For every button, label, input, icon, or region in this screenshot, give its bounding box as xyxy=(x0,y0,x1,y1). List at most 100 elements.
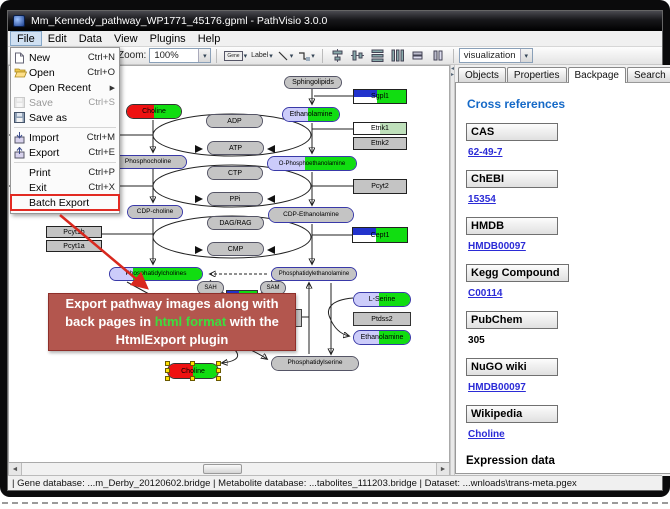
menu-item-label: Exit xyxy=(29,182,82,194)
pathway-node-dag-rag[interactable]: DAG/RAG xyxy=(207,216,264,230)
pathway-node-ctp[interactable]: CTP xyxy=(207,166,263,180)
file-menu-item-exit[interactable]: ExitCtrl+X xyxy=(11,180,119,195)
label-tool[interactable]: Label ▾ xyxy=(250,48,274,64)
pathway-node-phosphatidylethanolamine[interactable]: Phosphatidylethanolamine xyxy=(271,267,357,281)
pathway-node-phosphatidylserine[interactable]: Phosphatidylserine xyxy=(271,356,359,371)
line-tool[interactable]: ▾ xyxy=(276,48,295,64)
menubar-item-file[interactable]: File xyxy=(10,31,42,46)
menubar-item-data[interactable]: Data xyxy=(73,31,108,46)
pathway-node-sgpl1[interactable]: Sgpl1 xyxy=(353,89,407,104)
selection-handle[interactable] xyxy=(165,376,170,381)
pathway-node-sphingolipids[interactable]: Sphingolipids xyxy=(284,76,342,89)
pathway-node-cdp-choline[interactable]: CDP-choline xyxy=(127,205,183,219)
pathway-node-l-serine[interactable]: L-Serine xyxy=(353,292,411,307)
menu-item-label: Open Recent xyxy=(29,82,101,94)
node-label: CTP xyxy=(228,170,242,177)
chevron-down-icon[interactable]: ▾ xyxy=(244,52,248,60)
distribute-rows-button[interactable] xyxy=(369,48,387,64)
selection-handle[interactable] xyxy=(165,368,170,373)
pathway-node-ppi[interactable]: PPi xyxy=(207,192,263,206)
chevron-down-icon[interactable]: ▾ xyxy=(198,49,210,62)
scrollbar-thumb[interactable] xyxy=(203,464,243,474)
selection-handle[interactable] xyxy=(216,376,221,381)
chevron-down-icon[interactable]: ▾ xyxy=(290,52,294,60)
callout-text: Export pathway images along with back pa… xyxy=(55,295,289,349)
pathway-node-phosphatidylcholines[interactable]: Phosphatidylcholines xyxy=(109,267,203,281)
file-menu-item-new[interactable]: NewCtrl+N xyxy=(11,50,119,65)
tab-properties[interactable]: Properties xyxy=(507,67,567,82)
file-menu-item-open[interactable]: OpenCtrl+O xyxy=(11,65,119,80)
right-panel-tabs: ObjectsPropertiesBackpageSearchLegend xyxy=(455,65,670,82)
xref-value-kegg-compound[interactable]: C00114 xyxy=(468,288,670,299)
menubar-item-plugins[interactable]: Plugins xyxy=(144,31,192,46)
pathway-node-atp[interactable]: ATP xyxy=(207,141,264,155)
scroll-right-icon[interactable]: ► xyxy=(436,463,449,475)
pathway-node-phosphocholine[interactable]: Phosphocholine xyxy=(109,155,187,169)
xref-value-nugo-wiki[interactable]: HMDB00097 xyxy=(468,382,670,393)
pathway-node-cmp[interactable]: CMP xyxy=(207,242,264,256)
gene-datanode-tool[interactable]: Gene ▾ xyxy=(223,48,248,64)
selection-handle[interactable] xyxy=(216,361,221,366)
xref-value-wikipedia[interactable]: Choline xyxy=(468,429,670,440)
file-menu-item-save-as[interactable]: Save as xyxy=(11,110,119,125)
chevron-down-icon[interactable]: ▾ xyxy=(311,52,315,60)
menubar-item-help[interactable]: Help xyxy=(192,31,227,46)
tab-search[interactable]: Search xyxy=(627,67,670,82)
node-label: Phosphatidylcholines xyxy=(125,271,186,278)
file-menu-item-open-recent[interactable]: Open Recent▶ xyxy=(11,80,119,95)
pathway-node-adp[interactable]: ADP xyxy=(206,114,263,128)
connector-tool[interactable]: ▾ xyxy=(296,48,316,64)
toolbar-separator xyxy=(322,49,323,63)
pathway-node-pcyt2[interactable]: Pcyt2 xyxy=(353,179,407,194)
distribute-columns-button[interactable] xyxy=(389,48,407,64)
menu-item-shortcut: Ctrl+N xyxy=(88,52,115,63)
pathway-node-ethanolamine-top[interactable]: Ethanolamine xyxy=(282,107,340,122)
selection-handle[interactable] xyxy=(190,376,195,381)
titlebar[interactable]: Mm_Kennedy_pathway_WP1771_45176.gpml - P… xyxy=(8,11,662,31)
common-height-button[interactable] xyxy=(429,48,447,64)
zoom-combobox[interactable]: 100% ▾ xyxy=(149,48,211,63)
annotation-callout: Export pathway images along with back pa… xyxy=(48,293,296,351)
node-label: Ptdss2 xyxy=(371,316,392,323)
menubar-item-edit[interactable]: Edit xyxy=(42,31,73,46)
file-menu-item-print[interactable]: PrintCtrl+P xyxy=(11,165,119,180)
align-center-vertical-button[interactable] xyxy=(349,48,367,64)
menubar-item-view[interactable]: View xyxy=(108,31,144,46)
pathway-node-ethanolamine-bottom[interactable]: Ethanolamine xyxy=(353,330,411,345)
visualization-combobox[interactable]: visualization ▾ xyxy=(459,48,533,63)
file-menu-item-export[interactable]: ExportCtrl+E xyxy=(11,145,119,160)
pathway-node-cept1[interactable]: Cept1 xyxy=(352,227,408,243)
pathway-node-choline-top[interactable]: Choline xyxy=(126,104,182,119)
chevron-down-icon[interactable]: ▾ xyxy=(520,49,532,62)
selection-handle[interactable] xyxy=(190,361,195,366)
common-width-button[interactable] xyxy=(409,48,427,64)
file-menu-item-batch-export[interactable]: Batch Export xyxy=(11,195,119,210)
xref-value-chebi[interactable]: 15354 xyxy=(468,194,670,205)
selection-handle[interactable] xyxy=(165,361,170,366)
selection-handle[interactable] xyxy=(216,368,221,373)
chevron-down-icon[interactable]: ▾ xyxy=(269,52,273,60)
pathway-node-pcyt1b[interactable]: Pcyt1b xyxy=(46,226,102,238)
xref-value-cas[interactable]: 62-49-7 xyxy=(468,147,670,158)
tab-objects[interactable]: Objects xyxy=(458,67,506,82)
pathway-node-etnk1[interactable]: Etnk1 xyxy=(353,122,407,135)
pathway-node-ptdss2[interactable]: Ptdss2 xyxy=(353,312,411,326)
statusbar: | Gene database: ...m_Derby_20120602.bri… xyxy=(8,475,662,490)
pathway-node-cdp-ethanolamine[interactable]: CDP-Ethanolamine xyxy=(268,207,354,223)
file-menu-item-import[interactable]: ImportCtrl+M xyxy=(11,130,119,145)
pathway-node-choline-selected[interactable]: Choline xyxy=(167,363,219,379)
scroll-left-icon[interactable]: ◄ xyxy=(9,463,22,475)
node-label: Cept1 xyxy=(371,232,390,239)
node-label: Choline xyxy=(142,108,166,115)
align-center-horizontal-button[interactable] xyxy=(329,48,347,64)
pathway-node-o-phosphoethanolamine[interactable]: O-Phosphoethanolamine xyxy=(267,156,357,171)
tab-backpage[interactable]: Backpage xyxy=(568,67,626,83)
collapse-right-icon[interactable]: ▸ xyxy=(451,73,454,78)
node-label: Phosphocholine xyxy=(125,159,171,166)
menu-separator xyxy=(14,127,116,128)
xref-value-hmdb[interactable]: HMDB00097 xyxy=(468,241,670,252)
pathway-node-etnk2[interactable]: Etnk2 xyxy=(353,137,407,150)
pathway-node-pcyt1a[interactable]: Pcyt1a xyxy=(46,240,102,252)
menu-item-shortcut: Ctrl+S xyxy=(88,97,115,108)
file-menu-item-save[interactable]: SaveCtrl+S xyxy=(11,95,119,110)
